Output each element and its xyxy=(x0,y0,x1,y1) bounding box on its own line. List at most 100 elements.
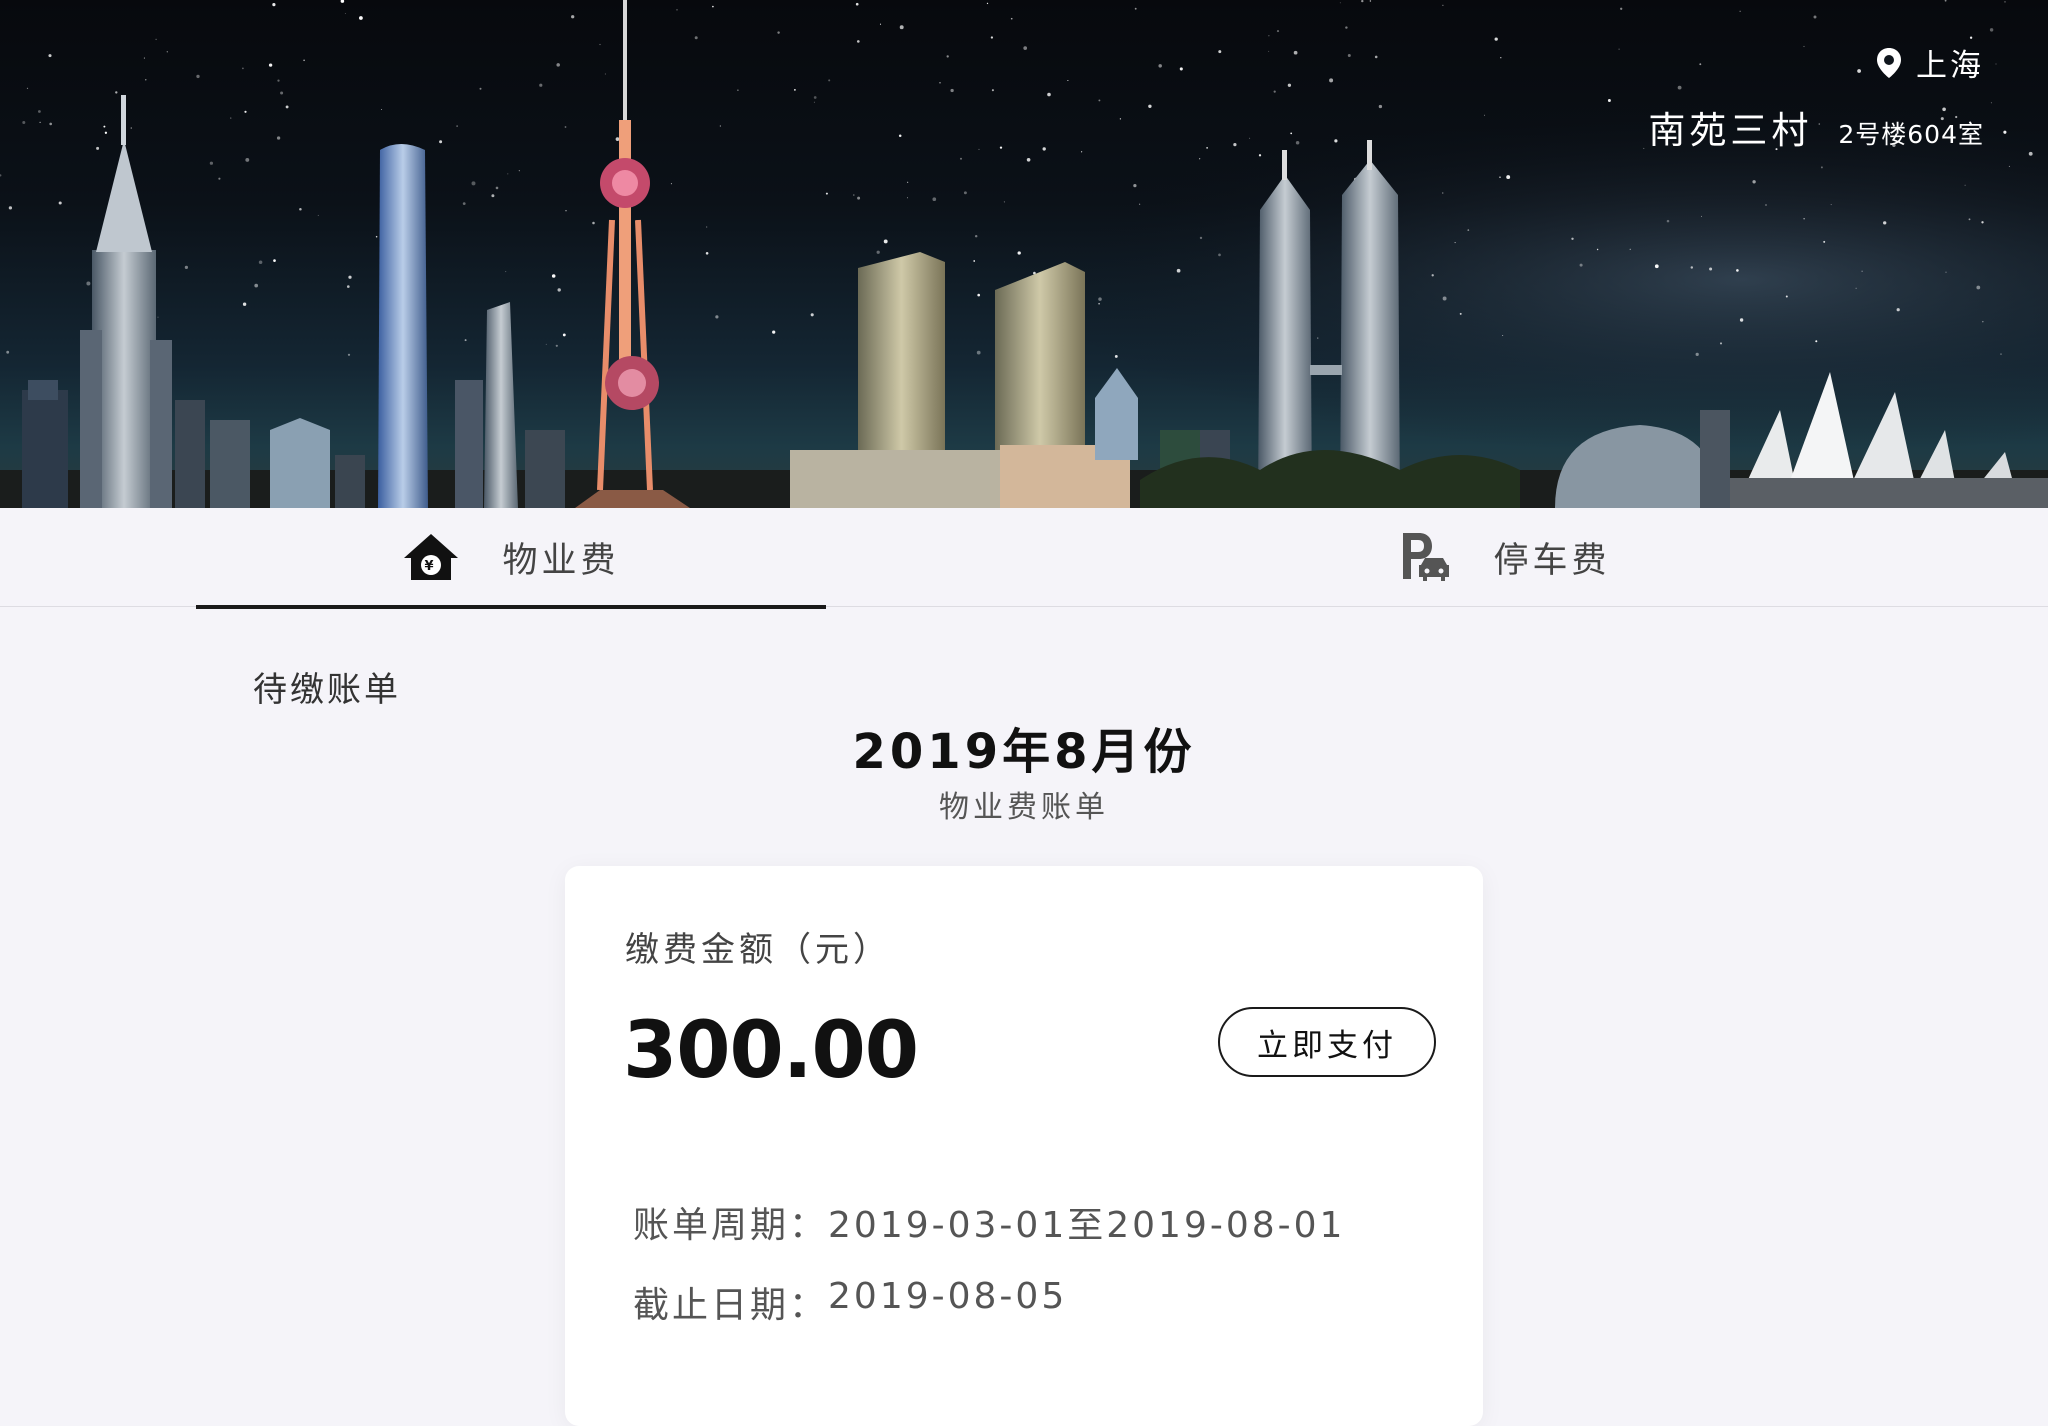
star xyxy=(1329,78,1334,83)
star xyxy=(1499,176,1501,178)
star xyxy=(1206,147,1208,149)
star xyxy=(1114,354,1118,358)
star xyxy=(853,194,855,196)
star xyxy=(946,55,949,58)
star xyxy=(907,197,908,199)
star xyxy=(777,31,780,34)
star xyxy=(932,197,937,202)
parking-car-icon xyxy=(1403,533,1450,581)
star xyxy=(1677,85,1682,90)
star xyxy=(825,192,828,195)
star xyxy=(1620,7,1623,10)
star xyxy=(303,59,305,62)
star xyxy=(676,9,678,11)
star xyxy=(551,274,556,278)
star xyxy=(1857,69,1861,73)
star xyxy=(1295,140,1300,145)
star xyxy=(1506,175,1511,180)
star xyxy=(299,208,302,211)
star xyxy=(1855,287,1857,289)
star xyxy=(1026,157,1031,162)
deadline-label: 截止日期： xyxy=(633,1285,829,1326)
star xyxy=(1139,203,1141,205)
star xyxy=(810,313,814,317)
star xyxy=(1719,342,1723,345)
star xyxy=(143,57,145,59)
star xyxy=(1699,63,1702,66)
star xyxy=(1431,274,1434,277)
star xyxy=(813,96,817,99)
star xyxy=(346,285,350,288)
star xyxy=(218,177,221,180)
star xyxy=(974,234,978,238)
star xyxy=(2008,165,2010,167)
pay-now-button[interactable]: 立即支付 xyxy=(1218,1007,1436,1077)
star xyxy=(1347,54,1351,57)
star xyxy=(1989,28,1994,32)
star xyxy=(670,183,672,185)
star xyxy=(48,54,52,58)
star xyxy=(963,191,967,195)
star xyxy=(1067,79,1069,82)
star xyxy=(1820,166,1823,169)
star xyxy=(130,127,133,129)
star xyxy=(58,201,62,205)
amount-label: 缴费金额（元） xyxy=(625,930,891,970)
star xyxy=(1258,154,1262,157)
star xyxy=(157,316,159,318)
star xyxy=(1249,137,1251,139)
star xyxy=(855,2,859,6)
tab-parking-fee[interactable]: 停车费 xyxy=(1190,508,1820,606)
star xyxy=(145,79,147,81)
star xyxy=(166,51,168,53)
star xyxy=(1607,99,1611,102)
star xyxy=(103,125,106,128)
star xyxy=(1709,267,1713,271)
star xyxy=(1081,151,1083,153)
star xyxy=(230,117,232,119)
star xyxy=(254,283,259,288)
star xyxy=(184,265,188,269)
star xyxy=(479,87,482,90)
tab-label: 停车费 xyxy=(1493,540,1611,581)
star xyxy=(1964,184,1966,186)
star xyxy=(196,74,200,79)
star xyxy=(1179,67,1183,71)
star xyxy=(49,122,53,126)
star xyxy=(518,170,520,172)
star xyxy=(1695,352,1699,357)
star xyxy=(1454,242,1456,244)
star xyxy=(491,194,495,198)
active-tab-indicator xyxy=(196,605,826,609)
star xyxy=(899,25,904,30)
star xyxy=(1629,248,1631,250)
star xyxy=(1618,48,1620,50)
star xyxy=(813,101,815,103)
star xyxy=(381,109,383,110)
star xyxy=(242,67,244,70)
svg-text:¥: ¥ xyxy=(425,559,438,574)
house-yuan-icon: ¥ xyxy=(404,534,459,580)
star xyxy=(1361,0,1364,3)
location[interactable]: 上海 xyxy=(1876,40,1984,85)
star xyxy=(104,131,108,134)
star xyxy=(1500,57,1502,59)
fee-tabs: ¥ 物业费 停车费 xyxy=(0,508,2048,609)
star xyxy=(555,344,558,347)
star xyxy=(26,87,29,89)
star xyxy=(495,186,499,190)
star xyxy=(539,83,543,87)
star xyxy=(1654,264,1659,269)
star xyxy=(1003,201,1005,203)
tab-property-fee[interactable]: ¥ 物业费 xyxy=(196,508,826,606)
star xyxy=(1276,30,1280,33)
bill-card: 缴费金额（元） 300.00 立即支付 账单周期： 2019-03-01至201… xyxy=(565,866,1483,1426)
star xyxy=(1739,318,1744,322)
star xyxy=(2003,130,2007,134)
star xyxy=(715,315,719,319)
star xyxy=(719,125,721,127)
star xyxy=(1345,26,1348,29)
star xyxy=(1339,2,1341,4)
star xyxy=(277,79,280,82)
star xyxy=(1042,147,1046,151)
